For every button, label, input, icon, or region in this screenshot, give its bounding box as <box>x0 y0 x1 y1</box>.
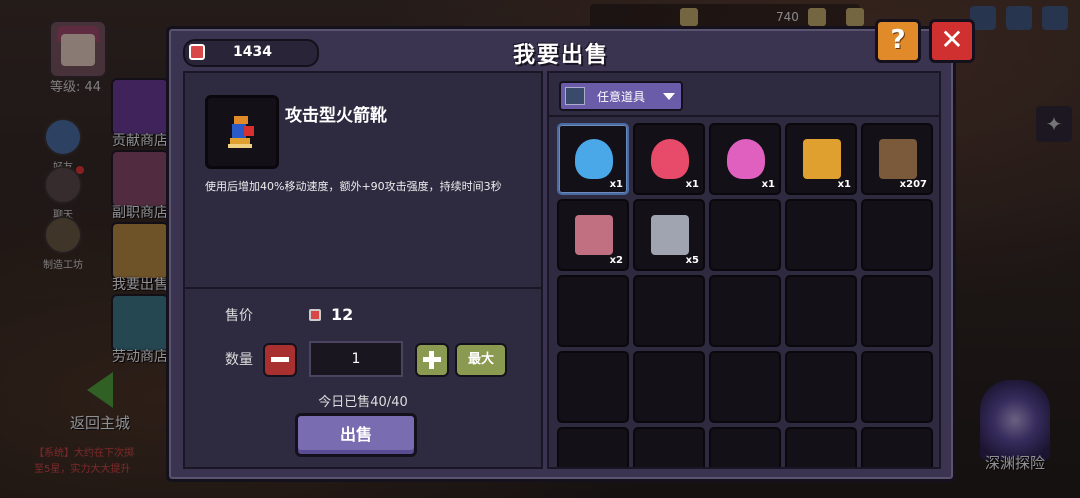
inventory-slot-ore-cart-grey[interactable]: x5 <box>633 199 705 271</box>
inventory-slot-empty[interactable] <box>861 427 933 467</box>
item-count: x207 <box>899 179 927 190</box>
inventory-slot-pink-potion[interactable]: x1 <box>709 123 781 195</box>
increase-quantity-button[interactable] <box>415 343 449 377</box>
red-potion-icon <box>651 139 689 179</box>
inventory-grid: x1 x1 x1 x1 x207 x2 x5 <box>557 123 933 467</box>
item-count: x1 <box>837 179 851 190</box>
item-filter-dropdown[interactable]: 任意道具 <box>559 81 683 111</box>
help-button[interactable]: ? <box>875 19 921 63</box>
rocket-boots-icon <box>228 116 254 148</box>
rocket-boots-icon <box>803 139 841 179</box>
inventory-slot-empty[interactable] <box>633 275 705 347</box>
divider <box>185 287 541 289</box>
selected-item-icon <box>205 95 279 169</box>
inventory-slot-empty[interactable] <box>861 351 933 423</box>
gem-icon <box>309 309 321 321</box>
sold-today-counter: 今日已售40/40 <box>318 395 408 410</box>
inventory-slot-rocket-boots[interactable]: x1 <box>785 123 857 195</box>
item-count: x2 <box>609 255 623 266</box>
chest-icon <box>565 87 585 105</box>
inventory-slot-empty[interactable] <box>785 427 857 467</box>
inventory-slot-empty[interactable] <box>633 351 705 423</box>
item-detail-panel: 攻击型火箭靴 使用后增加40%移动速度，额外+90攻击强度，持续时间3秒 售价 … <box>183 71 543 469</box>
inventory-slot-empty[interactable] <box>557 275 629 347</box>
item-count: x1 <box>609 179 623 190</box>
boots-check-icon <box>879 139 917 179</box>
item-count: x1 <box>685 179 699 190</box>
inventory-slot-empty[interactable] <box>633 427 705 467</box>
inventory-slot-boots-check[interactable]: x207 <box>861 123 933 195</box>
item-count: x1 <box>761 179 775 190</box>
inventory-slot-empty[interactable] <box>709 275 781 347</box>
blue-potion-icon <box>575 139 613 179</box>
ore-cart-pink-icon <box>575 215 613 255</box>
price-value: 12 <box>331 305 354 324</box>
sell-button[interactable]: 出售 <box>295 413 417 457</box>
quantity-input[interactable]: 1 <box>309 341 403 377</box>
caret-down-icon <box>663 93 675 100</box>
item-description: 使用后增加40%移动速度，额外+90攻击强度，持续时间3秒 <box>205 180 502 193</box>
sell-dialog: 1434 我要出售 ? ✕ 攻击型火箭靴 使用后增加40%移动速度，额外+90攻… <box>166 19 975 482</box>
dialog-title: 我要出售 <box>512 43 609 68</box>
pink-potion-icon <box>727 139 765 179</box>
inventory-slot-empty[interactable] <box>709 427 781 467</box>
inventory-slot-empty[interactable] <box>861 199 933 271</box>
inventory-slot-empty[interactable] <box>785 199 857 271</box>
close-button[interactable]: ✕ <box>929 19 975 63</box>
inventory-slot-empty[interactable] <box>709 199 781 271</box>
ore-cart-grey-icon <box>651 215 689 255</box>
item-count: x5 <box>685 255 699 266</box>
item-name: 攻击型火箭靴 <box>285 106 387 126</box>
inventory-slot-empty[interactable] <box>785 275 857 347</box>
decrease-quantity-button[interactable] <box>263 343 297 377</box>
max-quantity-button[interactable]: 最大 <box>455 343 507 377</box>
quantity-label: 数量 <box>225 352 253 368</box>
inventory-slot-empty[interactable] <box>557 427 629 467</box>
inventory-slot-ore-cart-pink[interactable]: x2 <box>557 199 629 271</box>
inventory-slot-red-potion[interactable]: x1 <box>633 123 705 195</box>
inventory-slot-empty[interactable] <box>785 351 857 423</box>
inventory-slot-empty[interactable] <box>861 275 933 347</box>
price-label: 售价 <box>225 308 253 324</box>
inventory-slot-empty[interactable] <box>557 351 629 423</box>
inventory-slot-blue-potion[interactable]: x1 <box>557 123 629 195</box>
inventory-slot-empty[interactable] <box>709 351 781 423</box>
inventory-panel: 任意道具 x1 x1 x1 x1 x207 x2 x5 <box>547 71 941 469</box>
